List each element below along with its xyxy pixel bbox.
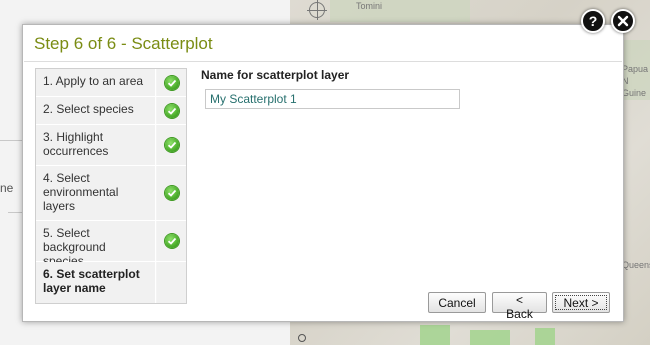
step-status xyxy=(157,125,186,165)
step-label: 1. Apply to an area xyxy=(36,69,156,96)
map-pin-icon xyxy=(298,334,306,342)
check-circle-icon xyxy=(164,234,179,248)
background-partial-label: ne xyxy=(0,181,14,195)
step-label: 5. Select background species xyxy=(36,221,156,268)
help-icon: ? xyxy=(588,13,598,29)
check-circle-icon xyxy=(164,138,179,152)
layer-name-label: Name for scatterplot layer xyxy=(201,68,350,82)
map-compass-icon[interactable] xyxy=(307,0,327,20)
step-item-1: 1. Apply to an area xyxy=(36,69,186,97)
check-circle-icon xyxy=(164,75,179,90)
layer-name-input[interactable] xyxy=(205,89,460,109)
step-item-6-current: 6. Set scatterplot layer name xyxy=(36,262,186,303)
step-status xyxy=(157,97,186,124)
step-item-2: 2. Select species xyxy=(36,97,186,125)
help-button[interactable]: ? xyxy=(581,9,605,33)
step-item-5: 5. Select background species xyxy=(36,221,186,268)
map-label-tomini: Tomini xyxy=(356,1,383,11)
step-item-4: 4. Select environmental layers xyxy=(36,166,186,221)
step-status xyxy=(157,221,186,261)
map-vegetation xyxy=(420,325,450,345)
next-button[interactable]: Next > xyxy=(552,292,610,313)
step-label: 3. Highlight occurrences xyxy=(36,125,156,165)
title-divider xyxy=(24,61,622,62)
wizard-steps: 1. Apply to an area 2. Select species 3.… xyxy=(35,68,187,304)
step-status xyxy=(157,166,186,220)
close-button[interactable] xyxy=(611,9,635,33)
close-icon xyxy=(617,15,629,27)
step-label: 6. Set scatterplot layer name xyxy=(36,262,156,303)
step-status xyxy=(157,69,186,96)
dialog-title: Step 6 of 6 - Scatterplot xyxy=(34,34,213,53)
back-button[interactable]: < Back xyxy=(492,292,547,321)
step-label: 2. Select species xyxy=(36,97,156,124)
map-label-papua: Papua N Guine xyxy=(622,64,649,98)
background-underline xyxy=(8,212,22,213)
step-item-3: 3. Highlight occurrences xyxy=(36,125,186,166)
map-vegetation xyxy=(470,330,510,345)
check-circle-icon xyxy=(164,103,179,118)
cancel-button[interactable]: Cancel xyxy=(428,292,486,313)
step-label: 4. Select environmental layers xyxy=(36,166,156,220)
step-status xyxy=(157,262,186,303)
background-divider xyxy=(0,140,22,141)
map-vegetation xyxy=(535,328,555,345)
scatterplot-wizard-dialog: Step 6 of 6 - Scatterplot 1. Apply to an… xyxy=(22,24,624,322)
check-circle-icon xyxy=(164,186,179,200)
map-label-queensland: Queensl xyxy=(622,260,650,270)
map-land xyxy=(330,0,470,22)
